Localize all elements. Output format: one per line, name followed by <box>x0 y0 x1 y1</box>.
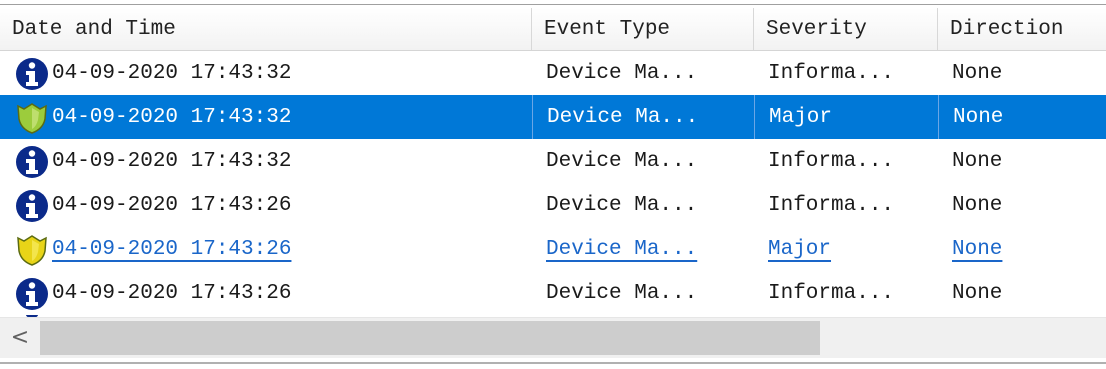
column-header-label: Event Type <box>544 18 671 41</box>
cell-text: Device Ma... <box>546 238 698 261</box>
cell-text: Informa... <box>768 150 895 173</box>
column-header-direction[interactable]: Direction <box>938 8 1106 50</box>
column-header-date-time[interactable]: Date and Time <box>0 8 532 50</box>
cell-datetime: 04-09-2020 17:43:26 <box>52 183 291 227</box>
cell-severity: Informa... <box>754 51 894 95</box>
column-header-event-type[interactable]: Event Type <box>532 8 754 50</box>
column-header-label: Direction <box>950 18 1064 41</box>
table-row[interactable]: 04-09-2020 17:43:26 Device Ma... Informa..… <box>0 271 1106 315</box>
cell-event-type: Device Ma... <box>532 183 697 227</box>
table-row[interactable]: 04-09-2020 17:43:32 Device Ma... Major None <box>0 95 1106 139</box>
cell-datetime: 04-09-2020 17:43:32 <box>52 51 291 95</box>
cell-event-type: Device Ma... <box>532 271 697 315</box>
cell-datetime: 04-09-2020 17:43:32 <box>52 95 291 139</box>
table-row[interactable]: 04-09-2020 17:43:32 Device Ma... Informa..… <box>0 51 1106 95</box>
cell-text: 04-09-2020 17:43:32 <box>52 62 292 85</box>
column-header-label: Severity <box>766 18 867 41</box>
event-rows: 04-09-2020 17:43:32 Device Ma... Informa..… <box>0 51 1106 317</box>
cell-event-type: Device Ma... <box>532 139 697 183</box>
column-header-label: Date and Time <box>12 18 176 41</box>
cell-text: Informa... <box>768 282 895 305</box>
cell-text: Device Ma... <box>546 194 698 217</box>
bottom-border <box>0 362 1106 364</box>
cell-event-type: Device Ma... <box>532 95 698 139</box>
cell-text: 04-09-2020 17:43:26 <box>52 282 292 305</box>
cell-text: Informa... <box>768 194 895 217</box>
cell-direction: None <box>938 183 1002 227</box>
info-icon <box>16 58 48 90</box>
cell-text: None <box>952 238 1003 261</box>
cell-direction: None <box>938 51 1002 95</box>
horizontal-scrollbar[interactable]: < <box>0 317 1106 358</box>
cell-datetime: 04-09-2020 17:43:26 <box>52 271 291 315</box>
cell-severity: Major <box>754 227 831 271</box>
cell-text: None <box>952 62 1003 85</box>
cell-datetime: 04-09-2020 17:43:32 <box>52 139 291 183</box>
cell-text: Informa... <box>768 62 895 85</box>
cell-text: 04-09-2020 17:43:26 <box>52 194 292 217</box>
cell-text: Device Ma... <box>546 282 698 305</box>
cell-text: Device Ma... <box>546 150 698 173</box>
cell-event-type: Device Ma... <box>532 51 697 95</box>
scroll-left-arrow-icon[interactable]: < <box>6 318 34 358</box>
table-row[interactable]: 04-09-2020 17:43:26 Device Ma... Informa..… <box>0 183 1106 227</box>
cell-text: 04-09-2020 17:43:26 <box>52 238 292 261</box>
info-icon <box>16 146 48 178</box>
cell-text: None <box>952 282 1003 305</box>
cell-severity: Major <box>754 95 832 139</box>
cell-text: Major <box>768 238 832 261</box>
cell-direction: None <box>938 227 1002 271</box>
cell-text: Device Ma... <box>546 62 698 85</box>
cell-text: None <box>953 106 1004 129</box>
table-row[interactable]: 04-09-2020 17:43:26 Device Ma... Major None <box>0 227 1106 271</box>
event-list-view: Date and Time Event Type Severity Direct… <box>0 0 1106 369</box>
column-header-severity[interactable]: Severity <box>754 8 938 50</box>
table-row[interactable]: 04-09-2020 17:43:32 Device Ma... Informa..… <box>0 139 1106 183</box>
cell-direction: None <box>938 95 1003 139</box>
shield-major-icon <box>17 235 47 266</box>
scrollbar-thumb[interactable] <box>40 321 820 355</box>
top-border <box>0 4 1106 5</box>
info-icon <box>16 278 48 310</box>
cell-text: 04-09-2020 17:43:32 <box>52 150 292 173</box>
cell-severity: Informa... <box>754 183 894 227</box>
cell-text: 04-09-2020 17:43:32 <box>52 106 292 129</box>
cell-direction: None <box>938 139 1002 183</box>
cell-text: Major <box>769 106 833 129</box>
cell-text: None <box>952 150 1003 173</box>
cell-event-type: Device Ma... <box>532 227 697 271</box>
column-header-bar: Date and Time Event Type Severity Direct… <box>0 8 1106 51</box>
shield-major-icon <box>17 103 47 134</box>
cell-severity: Informa... <box>754 271 894 315</box>
cell-severity: Informa... <box>754 139 894 183</box>
cell-datetime: 04-09-2020 17:43:26 <box>52 227 291 271</box>
cell-direction: None <box>938 271 1002 315</box>
cell-text: None <box>952 194 1003 217</box>
cell-text: Device Ma... <box>547 106 699 129</box>
info-icon <box>16 190 48 222</box>
